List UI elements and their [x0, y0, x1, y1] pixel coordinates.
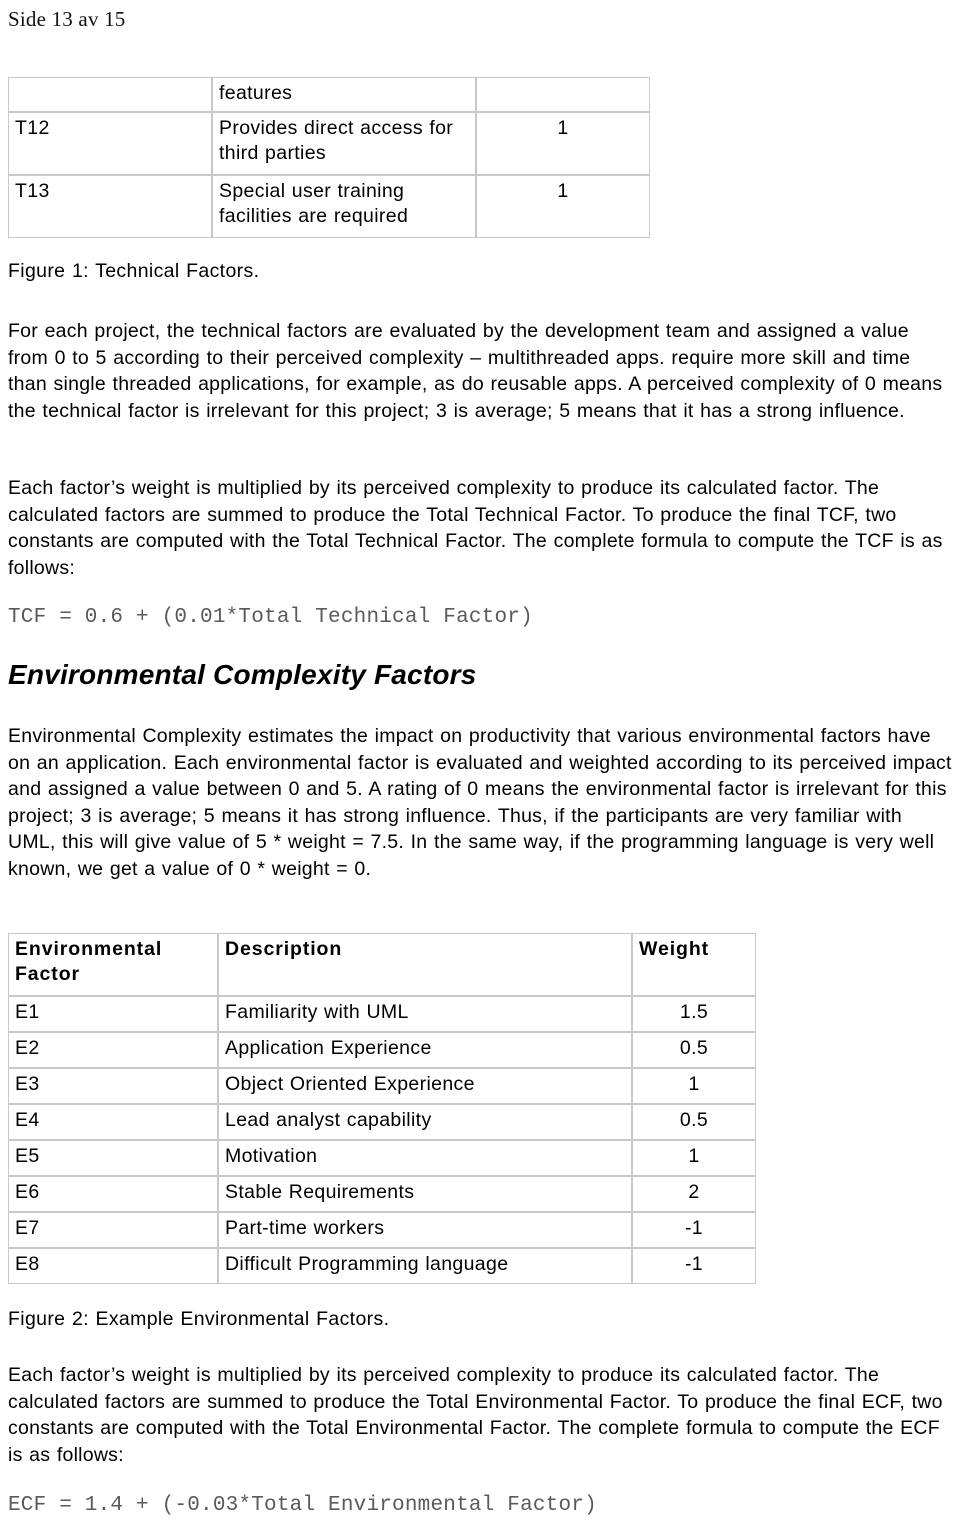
- tech-cell-id: [8, 77, 212, 112]
- env-cell-desc: Familiarity with UML: [218, 996, 632, 1032]
- page-number-header: Side 13 av 15: [8, 7, 126, 31]
- env-header-weight: Weight: [632, 933, 756, 996]
- document-page: Side 13 av 15 features T12 Provides dire…: [0, 0, 960, 1521]
- tech-cell-desc: Provides direct access for third parties: [212, 112, 476, 175]
- env-cell-id: E3: [8, 1068, 218, 1104]
- env-cell-desc: Stable Requirements: [218, 1176, 632, 1212]
- env-cell-id: E1: [8, 996, 218, 1032]
- env-cell-weight: -1: [632, 1212, 756, 1248]
- tech-cell-id: T13: [8, 175, 212, 238]
- tech-cell-weight: 1: [476, 175, 650, 238]
- env-cell-desc: Application Experience: [218, 1032, 632, 1068]
- env-cell-weight: 1: [632, 1140, 756, 1176]
- env-cell-desc: Motivation: [218, 1140, 632, 1176]
- env-cell-weight: 2: [632, 1176, 756, 1212]
- env-cell-desc: Object Oriented Experience: [218, 1068, 632, 1104]
- env-cell-weight: 1.5: [632, 996, 756, 1032]
- table-row: T13 Special user training facilities are…: [8, 175, 650, 238]
- env-cell-id: E6: [8, 1176, 218, 1212]
- env-cell-desc: Part-time workers: [218, 1212, 632, 1248]
- table-row: E5 Motivation 1: [8, 1140, 756, 1176]
- section-heading-environmental-complexity-factors: Environmental Complexity Factors: [8, 659, 477, 690]
- env-cell-id: E5: [8, 1140, 218, 1176]
- env-cell-weight: 0.5: [632, 1104, 756, 1140]
- env-header-factor: Environmental Factor: [8, 933, 218, 996]
- figure-1-caption: Figure 1: Technical Factors.: [8, 260, 260, 282]
- table-row: E4 Lead analyst capability 0.5: [8, 1104, 756, 1140]
- env-cell-id: E2: [8, 1032, 218, 1068]
- tech-cell-id: T12: [8, 112, 212, 175]
- paragraph-environmental-complexity: Environmental Complexity estimates the i…: [8, 725, 952, 880]
- env-cell-weight: 1: [632, 1068, 756, 1104]
- table-row: E7 Part-time workers -1: [8, 1212, 756, 1248]
- tech-cell-weight: 1: [476, 112, 650, 175]
- table-row: E3 Object Oriented Experience 1: [8, 1068, 756, 1104]
- table-row: T12 Provides direct access for third par…: [8, 112, 650, 175]
- paragraph-tcf-weighting: Each factor’s weight is multiplied by it…: [8, 477, 943, 579]
- env-cell-desc: Difficult Programming language: [218, 1248, 632, 1284]
- table-row: E6 Stable Requirements 2: [8, 1176, 756, 1212]
- table-row: E1 Familiarity with UML 1.5: [8, 996, 756, 1032]
- paragraph-technical-factors: For each project, the technical factors …: [8, 320, 943, 422]
- env-cell-weight: 0.5: [632, 1032, 756, 1068]
- table-row: E2 Application Experience 0.5: [8, 1032, 756, 1068]
- table-row: E8 Difficult Programming language -1: [8, 1248, 756, 1284]
- table-row: features: [8, 77, 650, 112]
- env-cell-id: E4: [8, 1104, 218, 1140]
- env-cell-id: E8: [8, 1248, 218, 1284]
- table-header-row: Environmental Factor Description Weight: [8, 933, 756, 996]
- tech-cell-desc: features: [212, 77, 476, 112]
- environmental-factors-table: Environmental Factor Description Weight …: [8, 933, 756, 1284]
- env-header-description: Description: [218, 933, 632, 996]
- technical-factors-table: features T12 Provides direct access for …: [8, 77, 650, 238]
- tech-cell-desc: Special user training facilities are req…: [212, 175, 476, 238]
- formula-tcf: TCF = 0.6 + (0.01*Total Technical Factor…: [8, 606, 533, 629]
- figure-2-caption: Figure 2: Example Environmental Factors.: [8, 1308, 390, 1330]
- env-cell-id: E7: [8, 1212, 218, 1248]
- formula-ecf: ECF = 1.4 + (-0.03*Total Environmental F…: [8, 1494, 597, 1517]
- paragraph-ecf-weighting: Each factor’s weight is multiplied by it…: [8, 1364, 943, 1466]
- env-cell-weight: -1: [632, 1248, 756, 1284]
- tech-cell-weight: [476, 77, 650, 112]
- env-cell-desc: Lead analyst capability: [218, 1104, 632, 1140]
